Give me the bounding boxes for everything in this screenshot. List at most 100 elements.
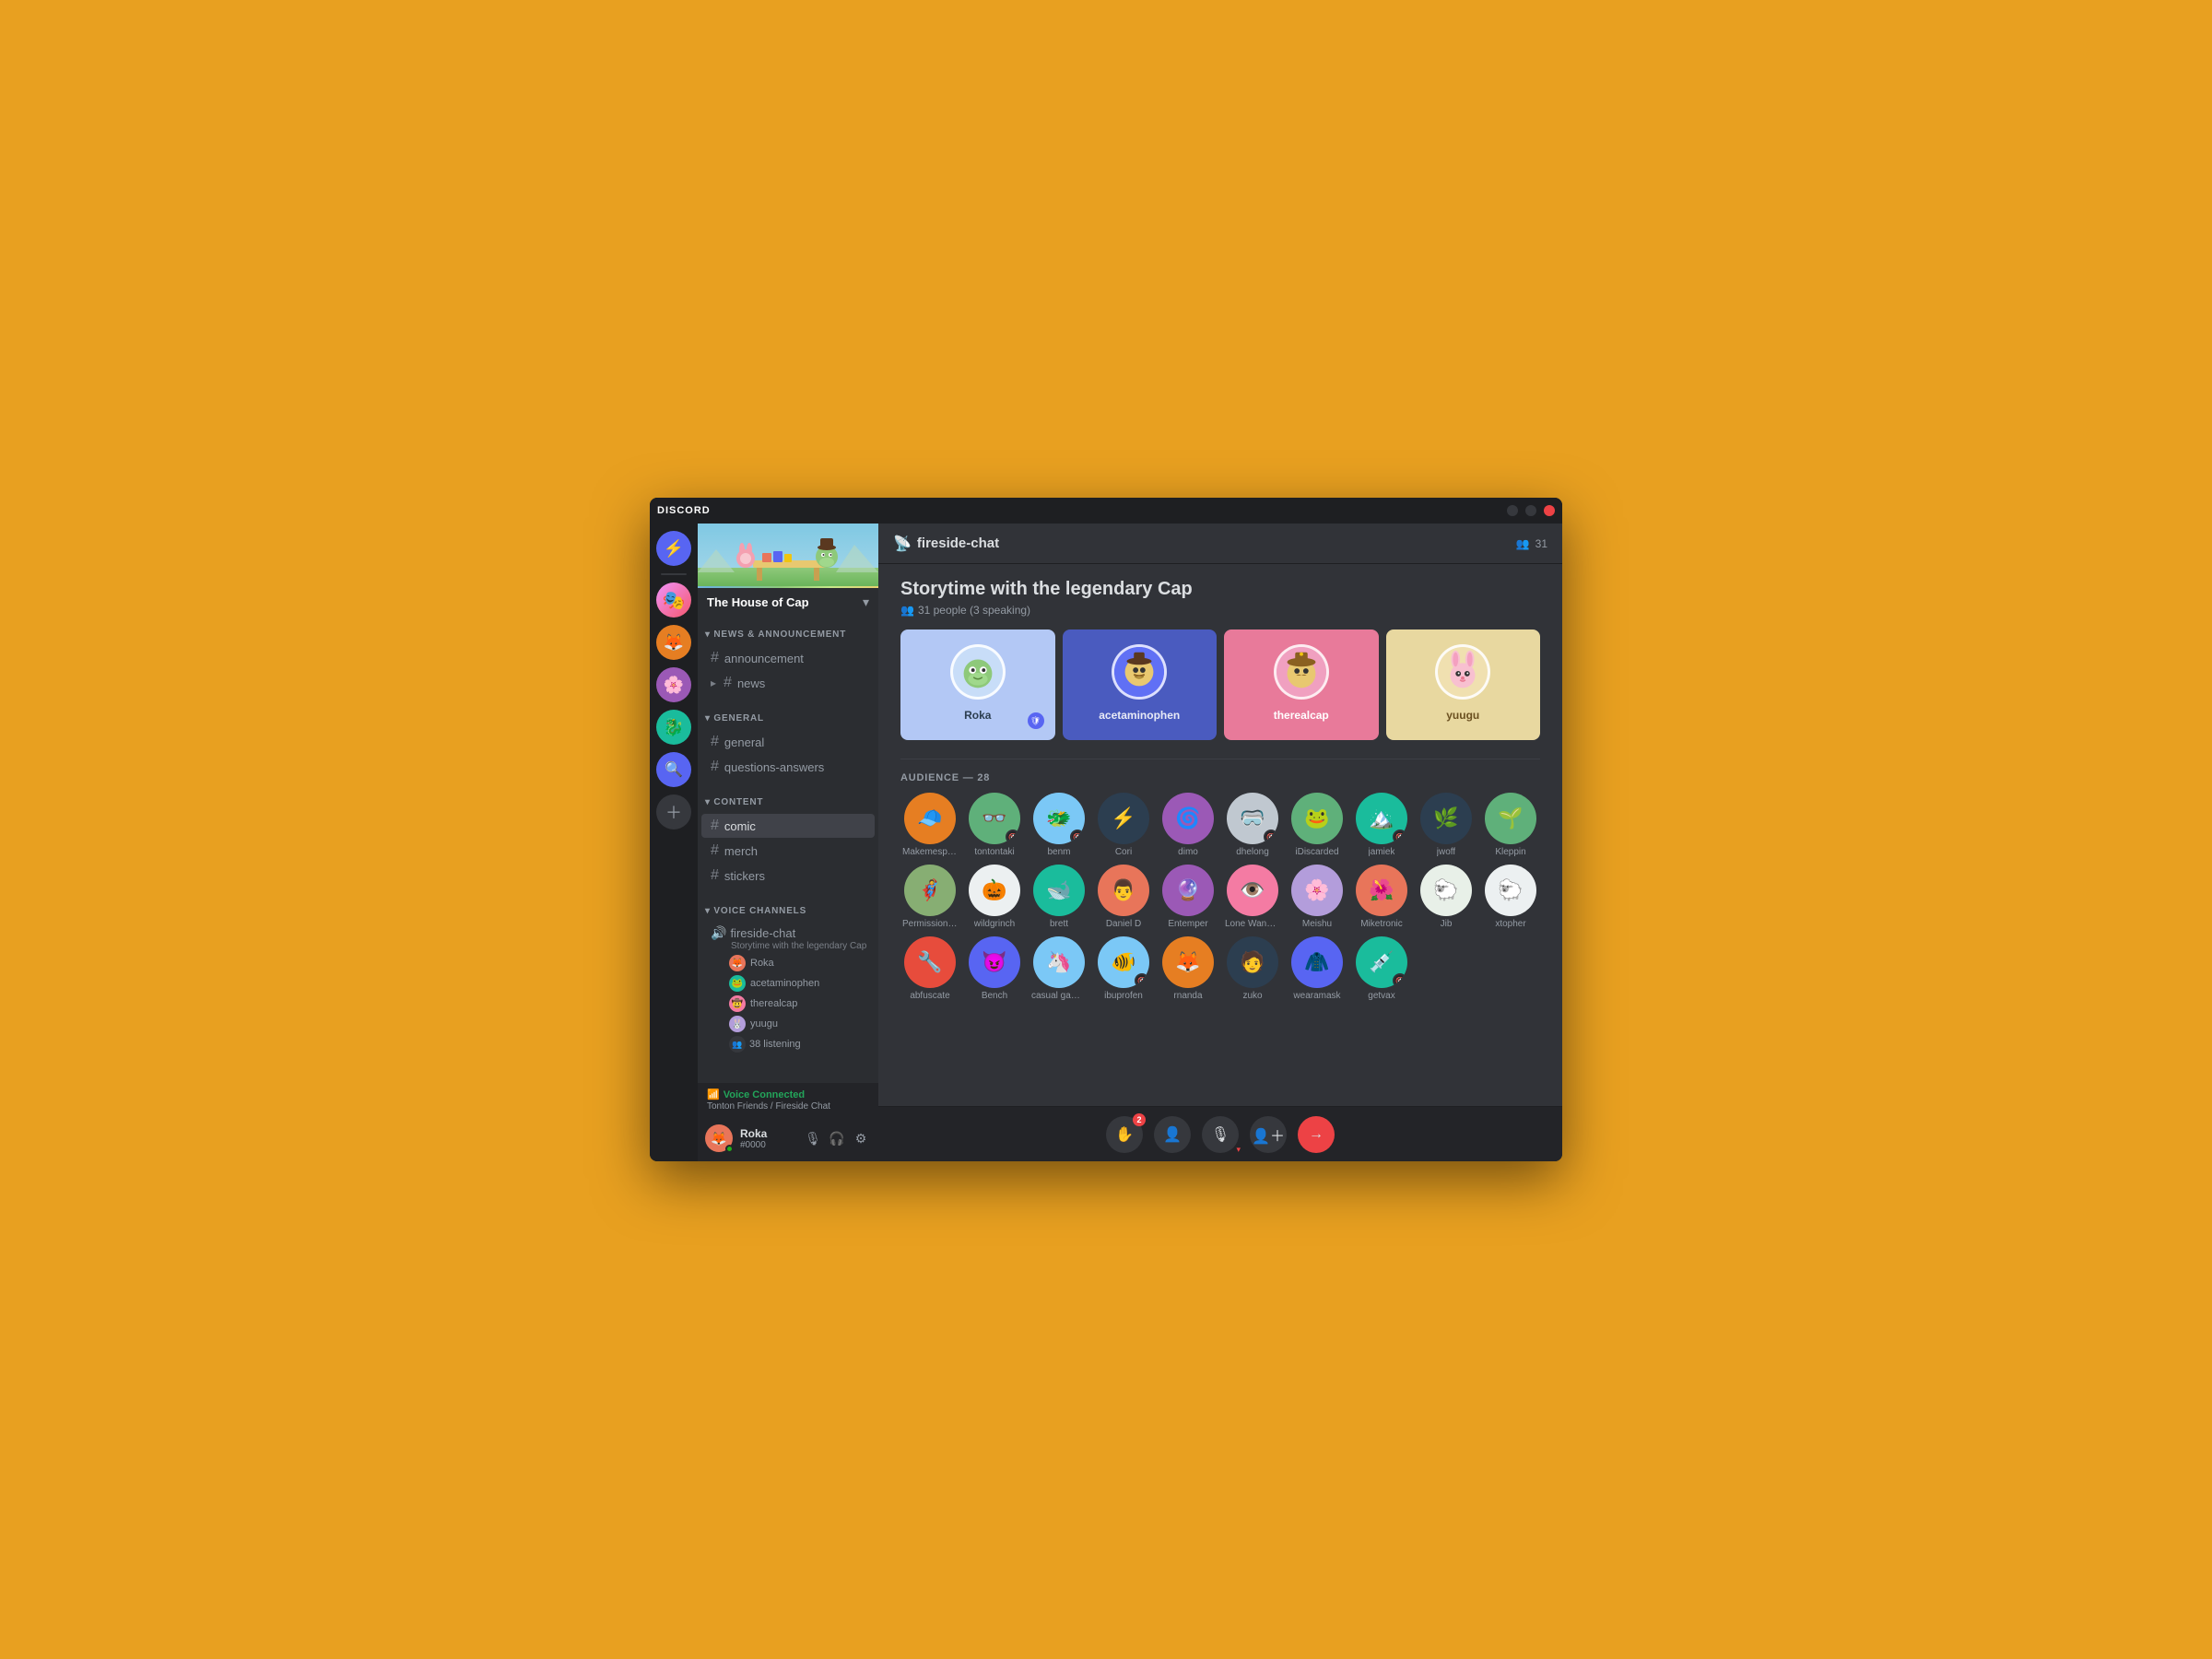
channel-name: stickers [724,869,765,883]
name-dhelong: dhelong [1236,847,1269,857]
speaker-name-acetaminophen: acetaminophen [1099,709,1180,722]
server-icon-4[interactable]: 🐉 [656,710,691,745]
audience-member-ibuprofen[interactable]: 🐠 🔇 ibuprofen [1094,936,1153,1001]
audience-member-bench[interactable]: 😈 Bench [965,936,1024,1001]
leave-icon: → [1309,1126,1324,1143]
audience-member-rnanda[interactable]: 🦊 rnanda [1159,936,1218,1001]
maximize-button[interactable] [1525,505,1536,516]
category-voice: ▾ VOICE CHANNELS [698,888,878,922]
channel-merch[interactable]: # merch [701,839,875,863]
name-zuko: zuko [1242,991,1262,1001]
category-general-label[interactable]: ▾ GENERAL [705,713,764,724]
category-content-label[interactable]: ▾ CONTENT [705,797,763,807]
audience-member-getvax[interactable]: 💉 🔇 getvax [1352,936,1411,1001]
avatar-jwoff: 🌿 [1420,793,1472,844]
audience-member-meishu[interactable]: 🌸 Meishu [1288,865,1347,929]
discord-home-icon[interactable]: ⚡ [656,531,691,566]
mic-button[interactable]: 🎙 [803,1128,823,1148]
invite-button[interactable]: 👤 [1154,1116,1191,1153]
name-jamiek: jamiek [1369,847,1395,857]
server-header[interactable]: The House of Cap ▾ [698,524,878,608]
audience-member-daniel-d[interactable]: 👨 Daniel D [1094,865,1153,929]
name-miketronic: Miketronic [1360,919,1403,929]
avatar-brett: 🐋 [1033,865,1085,916]
channel-comic[interactable]: # comic [701,814,875,838]
channel-header-name: fireside-chat [917,535,999,551]
speakers-grid: Roka 🛡 [900,629,1540,740]
voice-member-name: Roka [750,958,774,969]
signal-icon: 📶 [707,1088,720,1100]
speaker-card-acetaminophen[interactable]: acetaminophen [1063,629,1218,740]
audience-member-wildgrinch[interactable]: 🎃 wildgrinch [965,865,1024,929]
speaker-card-roka[interactable]: Roka 🛡 [900,629,1055,740]
channel-questions[interactable]: # questions-answers [701,755,875,779]
audience-member-tontontaki[interactable]: 👓 🔇 tontontaki [965,793,1024,857]
mic-button[interactable]: 🎙 ▾ [1202,1116,1239,1153]
listeners-icon: 👥 [729,1036,746,1053]
search-server-icon[interactable]: 🔍 [656,752,691,787]
audience-member-kleppin[interactable]: 🌱 Kleppin [1481,793,1540,857]
audience-member-brett[interactable]: 🐋 brett [1030,865,1088,929]
voice-channel-fireside[interactable]: 🔊 fireside-chat Storytime with the legen… [701,923,875,1057]
audience-member-lone-wanderer[interactable]: 👁️ Lone Wanderer [1223,865,1282,929]
category-voice-label[interactable]: ▾ VOICE CHANNELS [705,906,806,916]
minimize-button[interactable] [1507,505,1518,516]
avatar-tontontaki: 👓 🔇 [969,793,1020,844]
name-dimo: dimo [1178,847,1198,857]
audience-member-abfuscate[interactable]: 🔧 abfuscate [900,936,959,1001]
audience-member-casual-gamer[interactable]: 🦄 casual gamer [1030,936,1088,1001]
audience-member-permission-man[interactable]: 🦸 Permission Man [900,865,959,929]
headset-button[interactable]: 🎧 [827,1128,847,1148]
category-news-label[interactable]: ▾ NEWS & ANNOUNCEMENT [705,629,846,640]
audience-member-wearamask[interactable]: 🧥 wearamask [1288,936,1347,1001]
hash-icon: # [711,818,719,834]
deafen-badge: 🔇 [1006,830,1020,844]
voice-members-list: 🦊 Roka 🐸 acetaminophen 🤠 therealcap [711,953,867,1054]
audience-member-jib[interactable]: 🐑 Jib [1417,865,1476,929]
channel-name: announcement [724,652,804,665]
voice-channel-subtitle: Storytime with the legendary Cap [711,941,867,951]
add-speaker-button[interactable]: 👤＋ [1250,1116,1287,1153]
audience-member-xtopher[interactable]: 🐑 xtopher [1481,865,1540,929]
name-lone-wanderer: Lone Wanderer [1225,919,1280,929]
name-meishu: Meishu [1302,919,1332,929]
channel-name: news [737,677,765,690]
server-dropdown-icon[interactable]: ▾ [863,594,869,610]
audience-member-dhelong[interactable]: 🥽 🔇 dhelong [1223,793,1282,857]
channel-stickers[interactable]: # stickers [701,864,875,888]
audience-member-benm[interactable]: 🐲 🔇 benm [1030,793,1088,857]
audience-member-jwoff[interactable]: 🌿 jwoff [1417,793,1476,857]
server-name-bar: The House of Cap ▾ [698,588,878,616]
name-benm: benm [1047,847,1070,857]
audience-header: AUDIENCE — 28 [900,772,1540,783]
server-icon-1[interactable]: 🎭 [656,582,691,618]
name-ibuprofen: ibuprofen [1104,991,1143,1001]
channel-general[interactable]: # general [701,730,875,754]
audience-member-zuko[interactable]: 🧑 zuko [1223,936,1282,1001]
voice-member-avatar: 🦊 [729,955,746,971]
server-icon-2[interactable]: 🦊 [656,625,691,660]
audience-member-dimo[interactable]: 🌀 dimo [1159,793,1218,857]
audience-member-miketronic[interactable]: 🌺 Miketronic [1352,865,1411,929]
server-icon-3[interactable]: 🌸 [656,667,691,702]
audience-member-makemespeakrr[interactable]: 🧢 Makemespeakrr [900,793,959,857]
close-button[interactable] [1544,505,1555,516]
hash-icon: # [724,675,732,691]
channel-announcement[interactable]: # announcement [701,646,875,670]
audience-member-idiscarded[interactable]: 🐸 iDiscarded [1288,793,1347,857]
app-body: ⚡ 🎭 🦊 🌸 🐉 🔍 ＋ [650,524,1562,1161]
voice-member-name: therealcap [750,998,797,1009]
settings-button[interactable]: ⚙ [851,1128,871,1148]
name-jwoff: jwoff [1437,847,1455,857]
leave-button[interactable]: → [1298,1116,1335,1153]
audience-member-jamiek[interactable]: 🏔️ 🔇 jamiek [1352,793,1411,857]
speaker-avatar-therealcap [1274,644,1329,700]
audience-member-cori[interactable]: ⚡ Cori [1094,793,1153,857]
speaker-card-therealcap[interactable]: therealcap [1224,629,1379,740]
channel-news[interactable]: ▸ # news [701,671,875,695]
raise-hand-button[interactable]: ✋ 2 [1106,1116,1143,1153]
name-tontontaki: tontontaki [974,847,1014,857]
add-server-icon[interactable]: ＋ [656,794,691,830]
audience-member-entemper[interactable]: 🔮 Entemper [1159,865,1218,929]
speaker-card-yuugu[interactable]: yuugu [1386,629,1541,740]
